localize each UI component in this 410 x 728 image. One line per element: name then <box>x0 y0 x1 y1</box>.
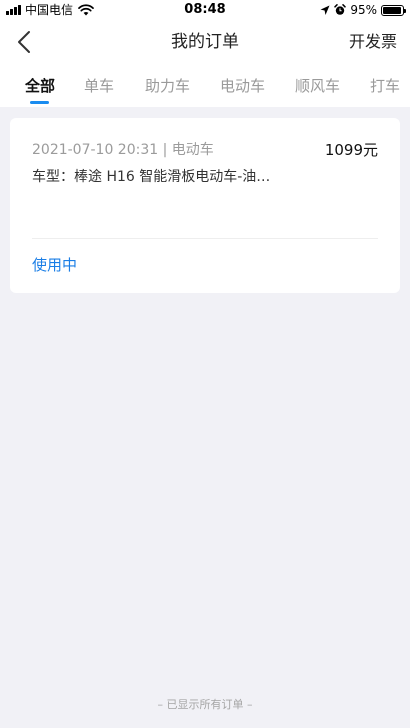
order-price: 1099元 <box>324 141 378 159</box>
tab-assist-bike[interactable]: 助力车 <box>145 76 190 96</box>
status-bar: 中国电信 08:48 95% <box>0 0 410 20</box>
alarm-icon <box>334 4 347 15</box>
order-status: 使用中 <box>32 256 78 274</box>
header-area: 中国电信 08:48 95% 我的订单 开发票 全部 单车 助力车 电动车 顺风… <box>0 0 410 107</box>
location-arrow-icon <box>320 5 330 15</box>
order-type-tabs: 全部 单车 助力车 电动车 顺风车 打车 <box>0 70 410 107</box>
tab-all[interactable]: 全部 <box>25 76 55 96</box>
status-right: 95% <box>320 3 406 17</box>
battery-fill <box>383 6 402 14</box>
order-datetime-type: 2021-07-10 20:31 | 电动车 <box>32 142 214 158</box>
all-orders-shown-note: – 已显示所有订单 – <box>157 698 253 711</box>
tab-carpool[interactable]: 顺风车 <box>295 76 340 96</box>
order-card[interactable]: 2021-07-10 20:31 | 电动车 1099元 车型：棒途 H16 智… <box>10 118 400 293</box>
tab-taxi[interactable]: 打车 <box>370 76 400 96</box>
battery-icon <box>381 4 406 16</box>
tab-e-scooter[interactable]: 电动车 <box>220 76 265 96</box>
active-tab-indicator <box>30 101 49 104</box>
divider <box>32 238 378 239</box>
invoice-button[interactable]: 开发票 <box>349 31 397 53</box>
battery-percent: 95% <box>350 3 377 17</box>
tab-bike[interactable]: 单车 <box>84 76 114 96</box>
order-vehicle-model: 车型：棒途 H16 智能滑板电动车-油… <box>32 169 271 185</box>
